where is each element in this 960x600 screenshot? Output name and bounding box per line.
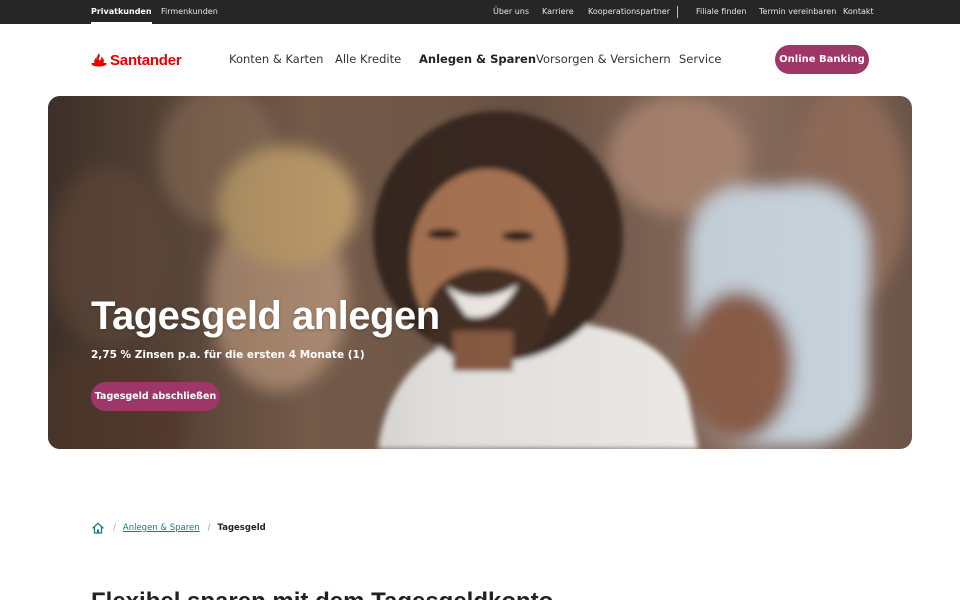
home-icon[interactable] <box>91 521 105 535</box>
nav-alle-kredite[interactable]: Alle Kredite <box>335 52 401 66</box>
tagesgeld-abschliessen-button[interactable]: Tagesgeld abschließen <box>91 382 220 411</box>
breadcrumb: / Anlegen & Sparen / Tagesgeld <box>91 520 266 536</box>
link-ueber-uns[interactable]: Über uns <box>493 0 529 24</box>
santander-logo[interactable]: Santander <box>91 50 182 70</box>
top-utility-bar: Privatkunden Firmenkunden Über uns Karri… <box>0 0 960 24</box>
online-banking-button[interactable]: Online Banking <box>775 45 869 74</box>
link-termin-vereinbaren[interactable]: Termin vereinbaren <box>759 0 836 24</box>
breadcrumb-current: Tagesgeld <box>217 523 266 533</box>
topbar-divider <box>677 6 678 18</box>
link-filiale-finden[interactable]: Filiale finden <box>696 0 746 24</box>
breadcrumb-anlegen-sparen[interactable]: Anlegen & Sparen <box>123 523 200 533</box>
link-kooperationspartner[interactable]: Kooperationspartner <box>588 0 670 24</box>
breadcrumb-separator: / <box>207 523 211 533</box>
nav-vorsorgen-versichern[interactable]: Vorsorgen & Versichern <box>536 52 671 66</box>
hero-subtitle: 2,75 % Zinsen p.a. für die ersten 4 Mona… <box>91 349 365 361</box>
flame-icon <box>91 53 107 67</box>
section-title: Flexibel sparen mit dem Tagesgeldkonto <box>91 588 553 600</box>
nav-anlegen-sparen[interactable]: Anlegen & Sparen <box>419 52 536 66</box>
link-karriere[interactable]: Karriere <box>542 0 574 24</box>
tab-privatkunden[interactable]: Privatkunden <box>91 0 152 24</box>
nav-service[interactable]: Service <box>679 52 722 66</box>
link-kontakt[interactable]: Kontakt <box>843 0 874 24</box>
brand-name: Santander <box>110 51 182 69</box>
tab-firmenkunden[interactable]: Firmenkunden <box>161 0 218 24</box>
breadcrumb-separator: / <box>113 523 116 533</box>
nav-konten-karten[interactable]: Konten & Karten <box>229 52 323 66</box>
hero-banner: Tagesgeld anlegen 2,75 % Zinsen p.a. für… <box>48 96 912 449</box>
hero-title: Tagesgeld anlegen <box>91 294 440 338</box>
main-header: Santander Konten & Karten Alle Kredite A… <box>0 24 960 96</box>
